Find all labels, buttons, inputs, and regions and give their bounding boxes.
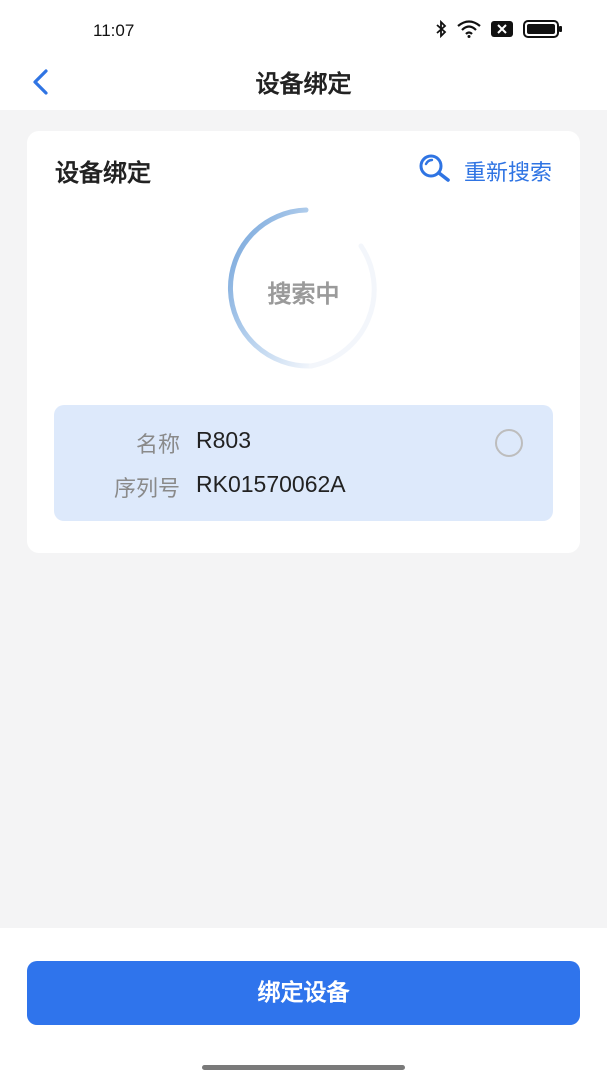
- status-icons: [435, 19, 563, 42]
- bottom-bar: 绑定设备: [0, 928, 607, 1080]
- nav-bar: 设备绑定: [0, 58, 607, 110]
- home-indicator: [202, 1065, 405, 1070]
- research-button[interactable]: 重新搜索: [418, 153, 552, 189]
- battery-icon: [523, 20, 563, 42]
- searching-text: 搜索中: [267, 280, 340, 308]
- wifi-icon: [457, 20, 481, 42]
- bind-device-button[interactable]: 绑定设备: [27, 961, 580, 1025]
- device-serial-value: RK01570062A: [196, 471, 346, 497]
- device-select-radio[interactable]: [495, 429, 523, 457]
- device-name-value: R803: [196, 427, 251, 453]
- research-label: 重新搜索: [463, 161, 552, 186]
- device-name-label: 名称: [135, 433, 180, 458]
- device-binding-card: 设备绑定 重新搜索 搜索中 名称 R803 序列号 RK01570062A: [27, 131, 580, 553]
- bluetooth-icon: [435, 19, 447, 42]
- device-serial-label: 序列号: [113, 477, 180, 502]
- page-title: 设备绑定: [255, 70, 352, 98]
- status-time: 11:07: [93, 21, 135, 40]
- sim-x-icon: [491, 21, 513, 41]
- status-bar: 11:07: [0, 0, 607, 58]
- searching-spinner: 搜索中: [201, 206, 406, 371]
- search-icon: [418, 153, 454, 189]
- device-list-item[interactable]: 名称 R803 序列号 RK01570062A: [54, 405, 553, 521]
- card-title: 设备绑定: [55, 159, 151, 187]
